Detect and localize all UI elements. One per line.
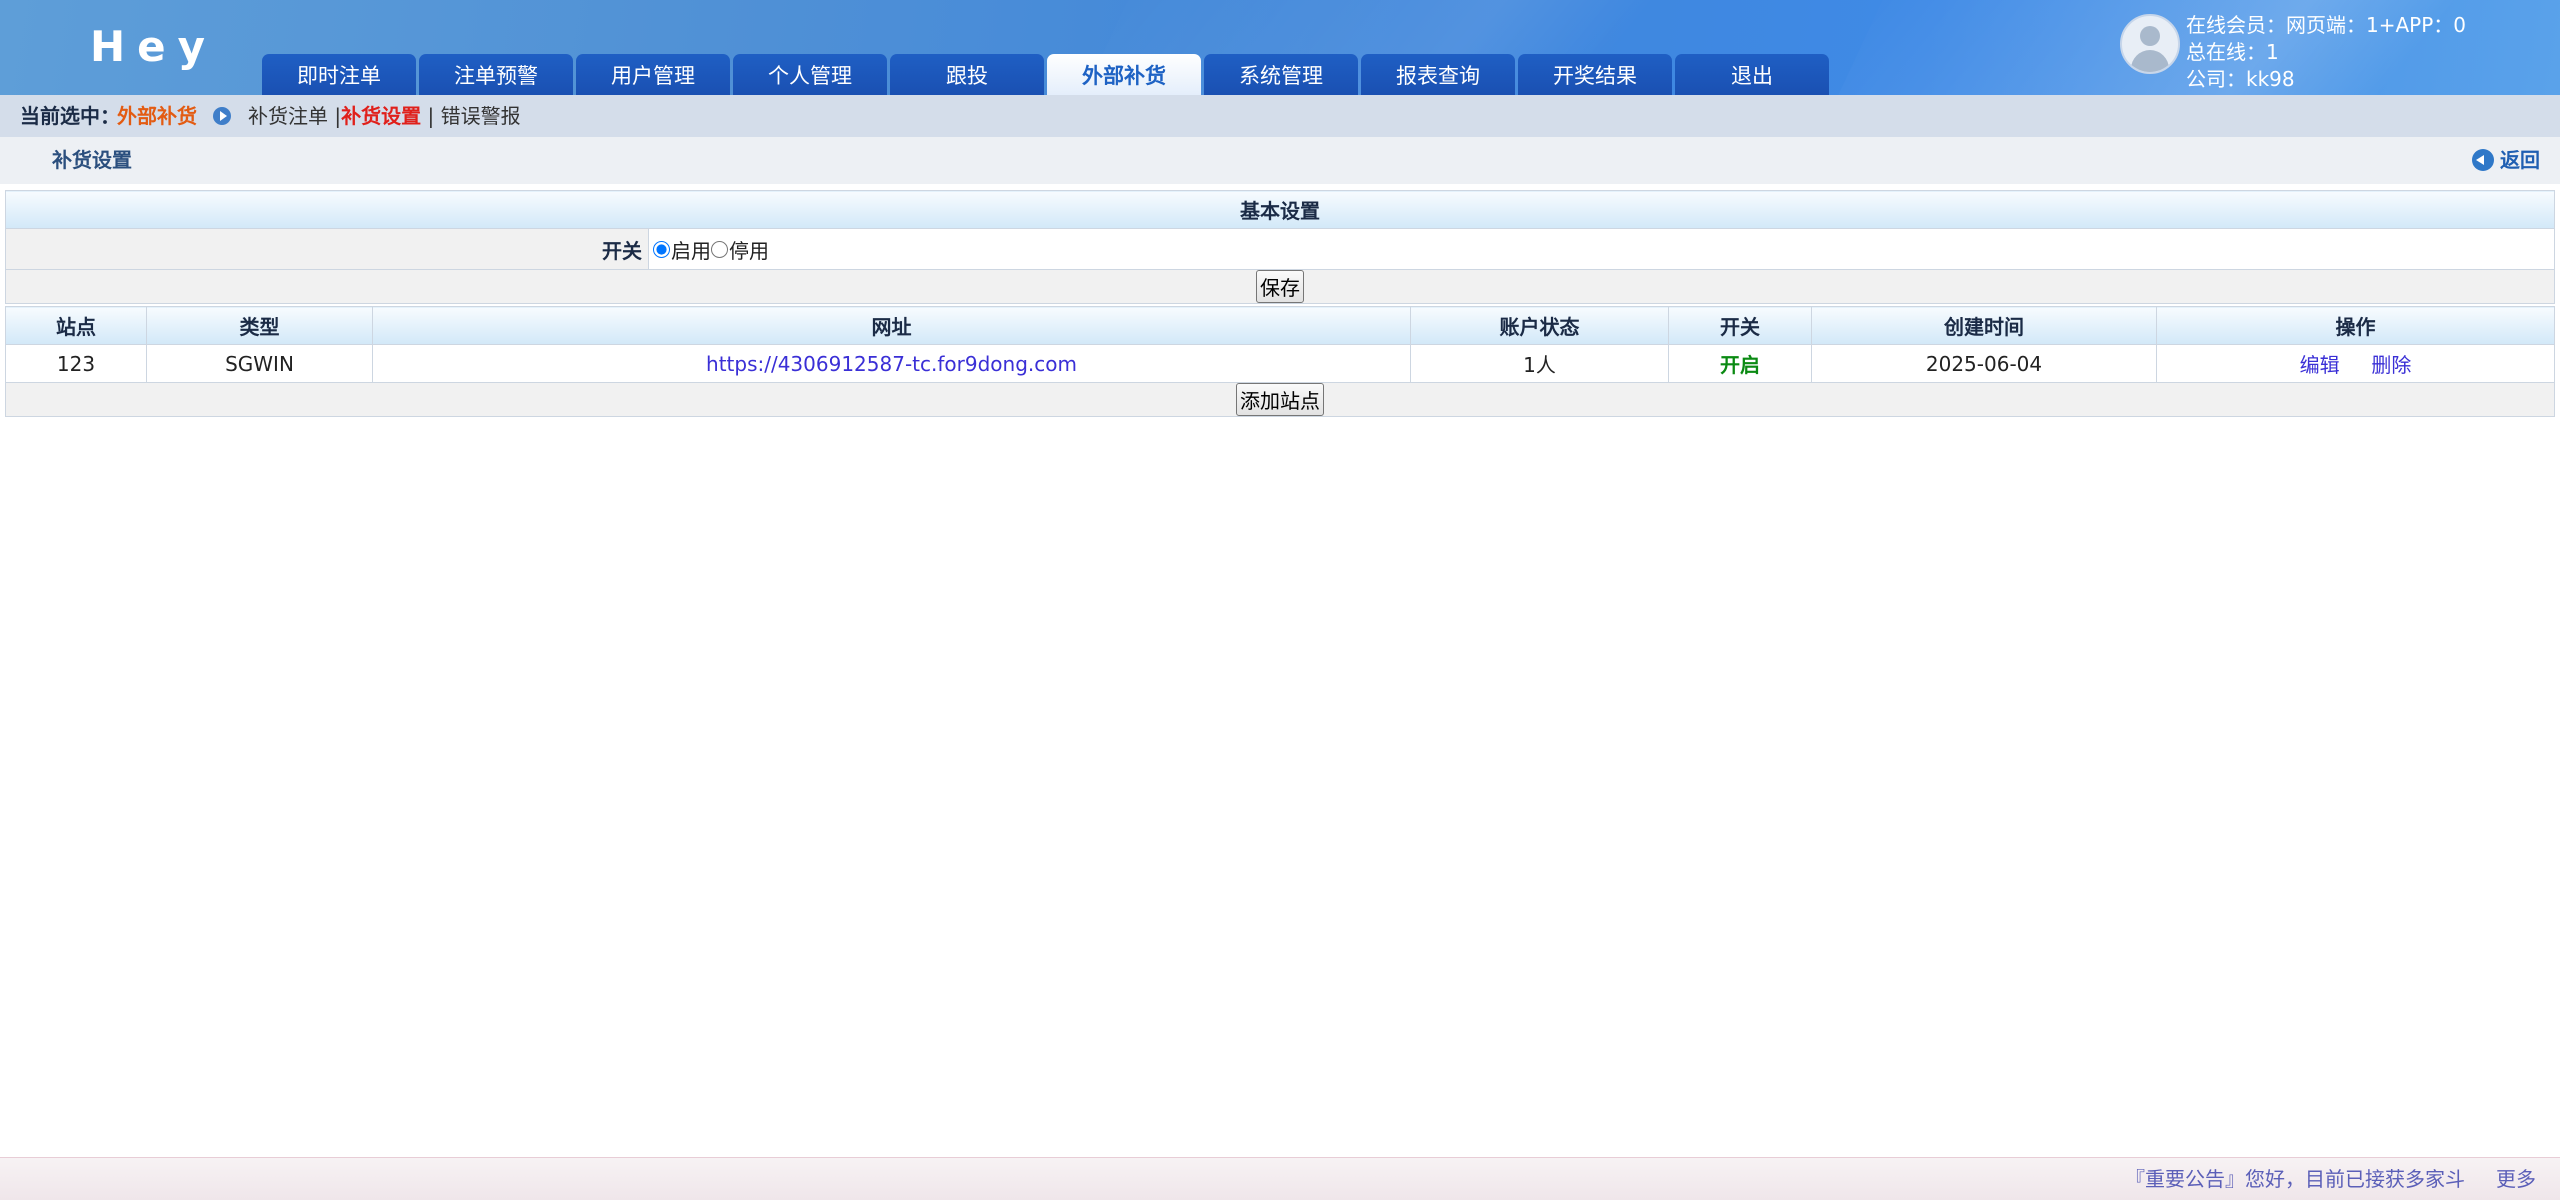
save-button[interactable]: 保存: [1256, 270, 1304, 303]
breadcrumb-current: 外部补货: [117, 104, 197, 128]
breadcrumb-links: 补货注单 |补货设置 | 错误警报: [248, 95, 521, 137]
tab-logout[interactable]: 退出: [1675, 54, 1829, 95]
cell-actions: 编辑 删除: [2156, 344, 2555, 383]
online-members-text: 在线会员：网页端：1+APP：0: [2186, 13, 2467, 37]
switch-status-badge[interactable]: 开启: [1720, 353, 1760, 377]
tab-order-warning[interactable]: 注单预警: [419, 54, 573, 95]
enable-radio[interactable]: [653, 240, 670, 258]
main-nav: 即时注单 注单预警 用户管理 个人管理 跟投 外部补货 系统管理 报表查询 开奖…: [262, 54, 1832, 95]
cell-type: SGWIN: [146, 344, 373, 383]
page-header: 补货设置 返回: [0, 137, 2560, 184]
link-replenish-settings[interactable]: 补货设置: [341, 104, 421, 128]
tab-follow-bet[interactable]: 跟投: [890, 54, 1044, 95]
tab-instant-orders[interactable]: 即时注单: [262, 54, 416, 95]
tab-personal-management[interactable]: 个人管理: [733, 54, 887, 95]
top-header: Hey 即时注单 注单预警 用户管理 个人管理 跟投 外部补货 系统管理 报表查…: [0, 0, 2560, 95]
back-arrow-icon: [2472, 148, 2494, 171]
cell-account-status: 1人: [1410, 344, 1669, 383]
sites-table: 站点 类型 网址 账户状态 开关 创建时间 操作 123 SGWIN https…: [5, 306, 2555, 417]
back-button[interactable]: 返回: [2472, 137, 2540, 184]
tab-external-replenish[interactable]: 外部补货: [1047, 54, 1201, 95]
disable-radio[interactable]: [711, 240, 728, 258]
link-replenish-orders[interactable]: 补货注单: [248, 104, 328, 128]
breadcrumb-label: 当前选中：: [20, 104, 120, 128]
link-error-alerts[interactable]: 错误警报: [441, 104, 521, 128]
breadcrumb: 当前选中： 外部补货 补货注单 |补货设置 | 错误警报: [0, 95, 2560, 138]
tab-user-management[interactable]: 用户管理: [576, 54, 730, 95]
col-site: 站点: [5, 306, 147, 345]
add-site-button[interactable]: 添加站点: [1236, 383, 1324, 416]
page-title: 补货设置: [52, 148, 132, 172]
site-url-link[interactable]: https://4306912587-tc.for9dong.com: [706, 352, 1077, 376]
switch-label: 开关: [5, 228, 649, 270]
save-row: 保存: [5, 269, 2555, 304]
col-url: 网址: [372, 306, 1411, 345]
enable-label: 启用: [671, 238, 711, 263]
cell-created: 2025-06-04: [1811, 344, 2157, 383]
tab-reports[interactable]: 报表查询: [1361, 54, 1515, 95]
cell-site: 123: [5, 344, 147, 383]
tab-draw-results[interactable]: 开奖结果: [1518, 54, 1672, 95]
app-logo: Hey: [90, 22, 218, 71]
col-switch: 开关: [1668, 306, 1812, 345]
switch-options: 启用 停用: [648, 228, 2555, 270]
separator: |: [427, 104, 435, 128]
arrow-right-icon: [213, 107, 231, 125]
back-label: 返回: [2500, 148, 2540, 172]
total-online-text: 总在线：1: [2186, 40, 2279, 64]
add-site-row: 添加站点: [5, 382, 2555, 417]
delete-link[interactable]: 删除: [2371, 353, 2411, 377]
table-row: 123 SGWIN https://4306912587-tc.for9dong…: [5, 344, 2555, 383]
tab-system-management[interactable]: 系统管理: [1204, 54, 1358, 95]
col-created: 创建时间: [1811, 306, 2157, 345]
more-link[interactable]: 更多: [2496, 1158, 2536, 1200]
avatar-icon: [2120, 14, 2180, 74]
col-account-status: 账户状态: [1410, 306, 1669, 345]
notice-bar: 『重要公告』您好，目前已接获多家斗 更多: [0, 1157, 2560, 1200]
cell-switch: 开启: [1668, 344, 1812, 383]
edit-link[interactable]: 编辑: [2300, 353, 2340, 377]
col-type: 类型: [146, 306, 373, 345]
cell-url: https://4306912587-tc.for9dong.com: [372, 344, 1411, 383]
basic-settings-title: 基本设置: [5, 190, 2555, 229]
company-text: 公司：kk98: [2186, 67, 2295, 91]
disable-label: 停用: [729, 238, 769, 263]
col-actions: 操作: [2156, 306, 2555, 345]
basic-settings-table: 基本设置 开关 启用 停用 保存: [5, 190, 2555, 304]
notice-text[interactable]: 『重要公告』您好，目前已接获多家斗: [2125, 1158, 2465, 1200]
